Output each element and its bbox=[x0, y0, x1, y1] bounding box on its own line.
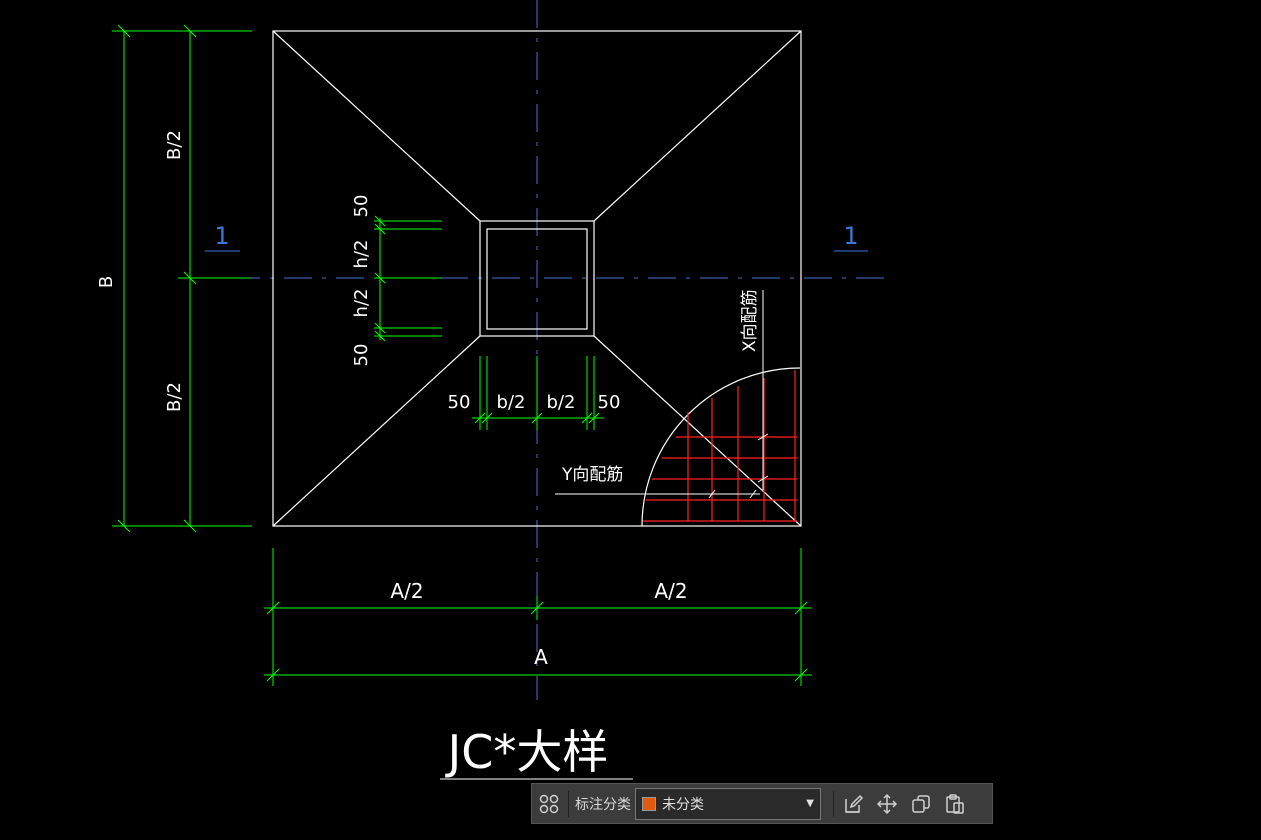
dim-col-left-half: b/2 bbox=[497, 392, 526, 413]
paste-icon[interactable] bbox=[938, 787, 972, 821]
move-icon[interactable] bbox=[870, 787, 904, 821]
dim-col-right-cover: 50 bbox=[598, 392, 621, 413]
copy-icon[interactable] bbox=[904, 787, 938, 821]
center-lines bbox=[180, 0, 885, 700]
column-h-dimensions bbox=[472, 356, 604, 430]
category-select-value: 未分类 bbox=[662, 796, 704, 813]
dim-col-left-cover: 50 bbox=[448, 392, 471, 413]
dim-b-upper: B/2 bbox=[164, 130, 185, 160]
cad-canvas[interactable]: X向配筋 Y向配筋 B B/2 B/2 1 1 50 h/2 h/2 50 50… bbox=[0, 0, 1261, 840]
chevron-down-icon: ▼ bbox=[806, 798, 814, 809]
edit-icon[interactable] bbox=[836, 787, 870, 821]
dim-b-lower: B/2 bbox=[164, 382, 185, 412]
left-dimensions bbox=[112, 24, 252, 533]
toolbar-divider bbox=[833, 790, 834, 817]
dim-col-bottom-cover: 50 bbox=[351, 344, 372, 367]
x-rebar-label: X向配筋 bbox=[740, 289, 760, 352]
column-v-dimensions bbox=[374, 215, 442, 342]
annotation-category-label: 标注分类 bbox=[575, 796, 631, 813]
dim-col-right-half: b/2 bbox=[547, 392, 576, 413]
y-rebar-label: Y向配筋 bbox=[561, 465, 623, 485]
grid-icon[interactable] bbox=[532, 787, 566, 821]
section-mark-left: 1 bbox=[214, 222, 229, 250]
section-mark-right: 1 bbox=[843, 222, 858, 250]
toolbar-divider bbox=[568, 790, 569, 817]
dim-col-lower-half: h/2 bbox=[351, 289, 372, 318]
dim-a-left: A/2 bbox=[390, 579, 423, 603]
category-select[interactable]: 未分类 ▼ bbox=[635, 787, 821, 820]
dim-col-upper-half: h/2 bbox=[351, 240, 372, 269]
dim-col-top-cover: 50 bbox=[351, 195, 372, 218]
annotation-toolbar: 标注分类 未分类 ▼ bbox=[531, 783, 993, 824]
dim-a-total: A bbox=[534, 645, 548, 669]
dim-a-right: A/2 bbox=[654, 579, 687, 603]
dim-b-total: B bbox=[96, 276, 117, 288]
category-color-swatch bbox=[642, 796, 656, 811]
rebar-detail: X向配筋 Y向配筋 bbox=[555, 289, 801, 527]
drawing-title: JC*大样 bbox=[445, 725, 609, 779]
